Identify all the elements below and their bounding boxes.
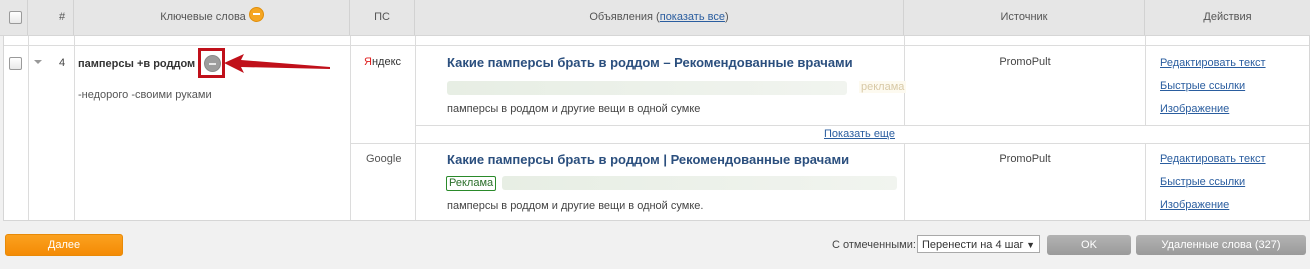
deleted-words-button[interactable]: Удаленные слова (327) — [1136, 235, 1306, 255]
row-checkbox[interactable] — [9, 57, 22, 70]
header-ads-suffix: ) — [724, 11, 729, 23]
header-ads: Объявления (показать все) — [415, 0, 903, 35]
show-more-link[interactable]: Показать еще — [824, 128, 895, 140]
edit-text-link[interactable]: Редактировать текст — [1160, 153, 1266, 165]
header-source: Источник — [1000, 11, 1048, 23]
header-ps: ПС — [374, 11, 390, 23]
chevron-down-icon: ▼ — [1026, 240, 1035, 250]
yandex-rest: ндекс — [371, 56, 401, 68]
ad-label: Реклама — [446, 176, 497, 191]
engine-divider — [350, 143, 1309, 144]
col-divider — [350, 36, 351, 220]
row-number: 4 — [59, 57, 66, 69]
row-divider — [4, 45, 1309, 46]
col-divider — [28, 36, 29, 220]
minus-words-text: -недорого -своими руками — [78, 89, 212, 101]
next-button[interactable]: Далее — [5, 234, 123, 256]
bulk-action-select[interactable]: Перенести на 4 шаг ▼ — [917, 235, 1040, 253]
ok-button[interactable]: OK — [1047, 235, 1131, 255]
pointer-arrow-icon — [224, 54, 330, 73]
quick-links-link[interactable]: Быстрые ссылки — [1160, 176, 1245, 188]
ad-text: памперсы в роддом и другие вещи в одной … — [447, 200, 704, 212]
header-keywords: Ключевые слова — [74, 0, 350, 35]
edit-text-link[interactable]: Редактировать текст — [1160, 57, 1266, 69]
ad-title: Какие памперсы брать в роддом – Рекоменд… — [447, 55, 853, 70]
table-header: # Ключевые слова ПС Объявления (показать… — [0, 0, 1310, 36]
image-link[interactable]: Изображение — [1160, 103, 1229, 115]
highlight-box — [198, 48, 225, 78]
ad-divider — [415, 125, 1309, 126]
ad-source: PromoPult — [999, 56, 1051, 68]
bulk-action-value: Перенести на 4 шаг — [922, 239, 1024, 251]
header-divider — [27, 0, 28, 35]
col-divider — [1145, 36, 1146, 125]
ad-text: памперсы в роддом и другие вещи в одной … — [447, 103, 701, 115]
keywords-table: 4 памперсы +в роддом -недорого -своими р… — [3, 36, 1310, 221]
show-all-ads-link[interactable]: показать все — [660, 11, 725, 23]
ad-source: PromoPult — [999, 153, 1051, 165]
ad-label: реклама — [859, 81, 907, 93]
col-divider — [1145, 144, 1146, 220]
remove-all-minus-icon[interactable] — [248, 7, 264, 22]
header-ads-label: Объявления ( — [589, 11, 660, 23]
yandex-first-letter: Я — [364, 56, 372, 68]
expand-row-icon[interactable] — [34, 60, 42, 64]
engine-yandex: Яндекс — [364, 56, 401, 68]
image-link[interactable]: Изображение — [1160, 199, 1229, 211]
engine-google: Google — [366, 153, 402, 165]
ad-title: Какие памперсы брать в роддом | Рекоменд… — [447, 152, 850, 167]
ad-url-blurred — [502, 176, 897, 190]
keyword-text: памперсы +в роддом — [78, 58, 196, 70]
col-divider — [74, 36, 75, 220]
select-all-checkbox[interactable] — [9, 11, 22, 24]
col-divider — [415, 36, 416, 220]
quick-links-link[interactable]: Быстрые ссылки — [1160, 80, 1245, 92]
ad-url-blurred — [447, 81, 847, 95]
header-num: # — [58, 11, 66, 23]
header-actions: Действия — [1203, 11, 1252, 23]
with-selected-label: С отмеченными: — [832, 239, 916, 251]
header-keywords-label: Ключевые слова — [160, 11, 246, 23]
